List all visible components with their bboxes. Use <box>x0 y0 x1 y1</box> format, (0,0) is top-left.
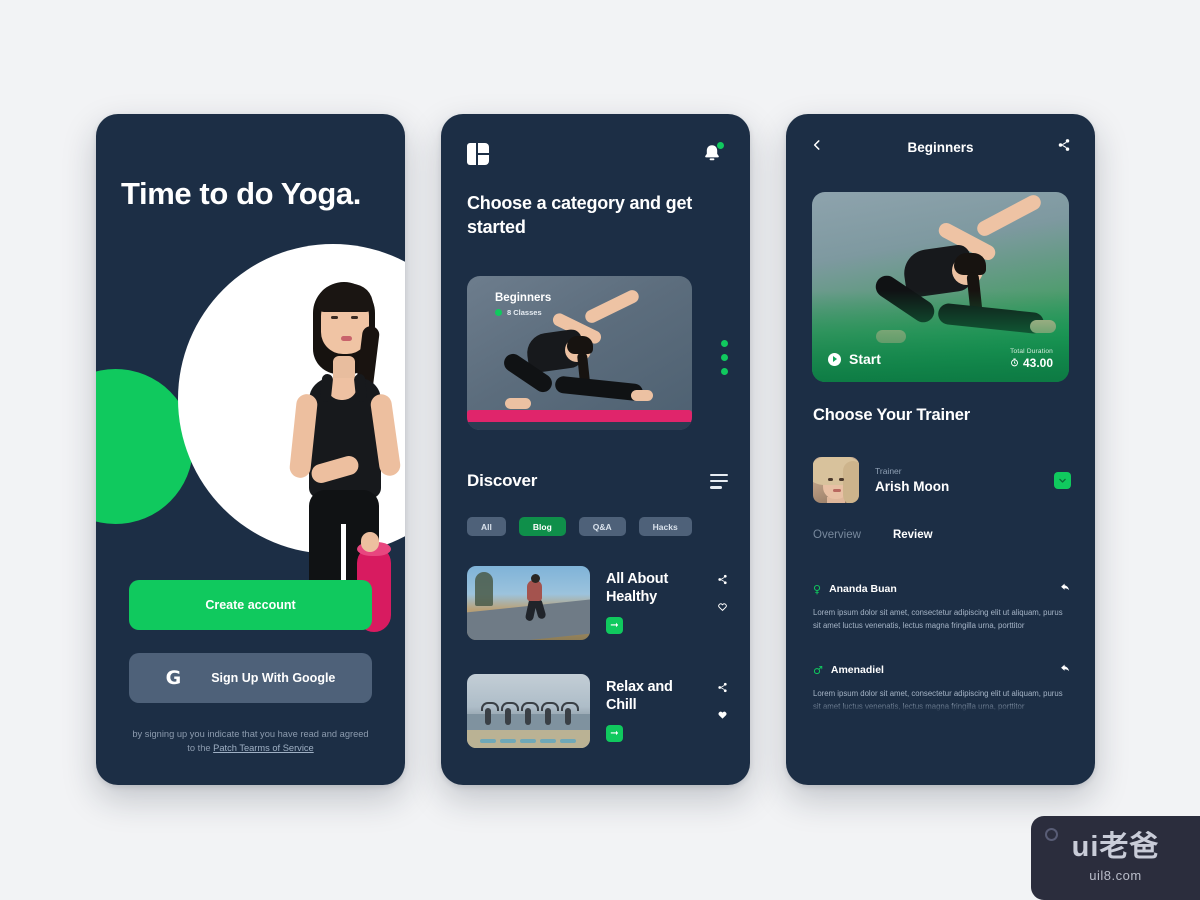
create-account-button[interactable]: Create account <box>129 580 372 630</box>
pagination-dot[interactable] <box>721 340 728 347</box>
notification-badge <box>716 141 725 150</box>
article-thumbnail <box>467 566 590 640</box>
heart-filled-icon[interactable] <box>717 707 728 725</box>
terms-of-service-link[interactable]: Patch Tearms of Service <box>213 743 314 753</box>
article-open-button[interactable]: ➞ <box>606 616 623 634</box>
review-item: ♂ Amenadiel Lorem ipsum dolor sit amet, … <box>813 661 1071 713</box>
class-hero-image[interactable]: Start Total Duration 43.00 <box>812 192 1069 382</box>
watermark-logo: ui老爸 <box>1071 831 1160 863</box>
chip-blog[interactable]: Blog <box>518 517 566 536</box>
detail-tabs: Overview Review <box>813 529 933 541</box>
status-dot-icon <box>495 309 502 316</box>
share-icon[interactable] <box>717 572 728 590</box>
category-card-beginners[interactable]: Beginners 8 Classes <box>467 276 692 430</box>
review-item: ♀ Ananda Buan Lorem ipsum dolor sit amet… <box>813 580 1071 632</box>
google-g-icon: G <box>165 666 182 689</box>
watermark-ring-icon <box>1045 828 1058 841</box>
article-list-item[interactable]: Relax and Chill ➞ <box>467 674 730 748</box>
notification-bell-icon[interactable] <box>700 141 725 166</box>
trainer-role-label: Trainer <box>875 466 902 476</box>
total-duration-label: Total Duration <box>1010 348 1053 355</box>
filter-icon[interactable] <box>710 473 728 489</box>
screenshot-stage: Time to do Yoga. Create account G Sign U… <box>0 0 1200 900</box>
phone-screen-onboarding: Time to do Yoga. Create account G Sign U… <box>96 114 405 785</box>
watermark-url: uil8.com <box>1089 868 1142 883</box>
page-title: Choose a category and get started <box>467 193 693 237</box>
hero-photo-woman <box>271 274 405 632</box>
screen-onboarding: Time to do Yoga. Create account G Sign U… <box>96 114 405 785</box>
review-text: Lorem ipsum dolor sit amet, consectetur … <box>813 608 1063 630</box>
article-actions <box>714 566 730 640</box>
review-text: Lorem ipsum dolor sit amet, consectetur … <box>813 689 1063 711</box>
discover-filter-chips: All Blog Q&A Hacks <box>467 517 692 536</box>
phone-screen-category: Choose a category and get started Beginn… <box>441 114 750 785</box>
category-card-classes: 8 Classes <box>507 308 542 317</box>
trainer-name: Arish Moon <box>875 479 950 494</box>
article-body: Relax and Chill ➞ <box>606 674 698 748</box>
page-title: Time to do Yoga. <box>121 176 361 211</box>
top-bar <box>467 141 725 166</box>
sign-up-google-button[interactable]: G Sign Up With Google <box>129 653 372 703</box>
hero-overlay-bar: Start Total Duration 43.00 <box>812 336 1069 382</box>
tab-overview[interactable]: Overview <box>813 529 861 541</box>
chip-qa[interactable]: Q&A <box>578 517 626 536</box>
article-list-item[interactable]: All About Healthy ➞ <box>467 566 730 640</box>
start-button[interactable]: Start <box>828 351 881 367</box>
carousel-pagination[interactable] <box>721 340 728 375</box>
onboarding-controls: Create account G Sign Up With Google by … <box>129 580 372 756</box>
male-icon: ♂ <box>813 663 823 677</box>
total-duration-value: 43.00 <box>1022 356 1053 370</box>
category-card-title: Beginners <box>495 292 552 304</box>
trainer-section-title: Choose Your Trainer <box>813 406 970 424</box>
trainer-list-item[interactable]: Trainer Arish Moon <box>813 457 1071 503</box>
legal-text: by signing up you indicate that you have… <box>129 727 372 756</box>
share-icon[interactable] <box>1057 138 1071 157</box>
play-icon <box>828 352 841 366</box>
tab-review[interactable]: Review <box>893 529 933 541</box>
trainer-meta: Trainer Arish Moon <box>875 466 1038 494</box>
reply-icon[interactable] <box>1060 580 1071 598</box>
female-icon: ♀ <box>813 582 822 596</box>
timer-icon <box>1010 356 1019 370</box>
article-thumbnail <box>467 674 590 748</box>
screen-class-detail: Beginners Start Total Duration 43.00 Cho… <box>786 114 1095 785</box>
article-open-button[interactable]: ➞ <box>606 724 623 742</box>
page-title: Beginners <box>907 140 974 155</box>
pagination-dot[interactable] <box>721 354 728 361</box>
review-author: Ananda Buan <box>829 583 897 595</box>
chevron-left-icon[interactable] <box>810 138 824 157</box>
article-body: All About Healthy ➞ <box>606 566 698 640</box>
category-card-label: Beginners 8 Classes <box>495 292 551 317</box>
chip-all[interactable]: All <box>467 517 506 536</box>
article-title: Relax and Chill <box>606 679 673 714</box>
start-label: Start <box>849 351 881 367</box>
sign-up-google-label: Sign Up With Google <box>211 671 336 685</box>
phone-screen-class-detail: Beginners Start Total Duration 43.00 Cho… <box>786 114 1095 785</box>
heart-outline-icon[interactable] <box>717 599 728 617</box>
chip-hacks[interactable]: Hacks <box>638 517 692 536</box>
share-icon[interactable] <box>717 680 728 698</box>
top-bar: Beginners <box>810 138 1071 157</box>
screen-category: Choose a category and get started Beginn… <box>441 114 750 785</box>
site-watermark: ui老爸 uil8.com <box>1031 816 1200 900</box>
article-actions <box>714 674 730 748</box>
discover-header: Discover <box>467 471 728 491</box>
article-title: All About Healthy <box>606 571 669 606</box>
total-duration: Total Duration 43.00 <box>1010 348 1053 370</box>
discover-title: Discover <box>467 471 538 490</box>
pagination-dot[interactable] <box>721 368 728 375</box>
chevron-down-icon[interactable] <box>1054 471 1071 489</box>
avatar <box>813 457 859 503</box>
review-author: Amenadiel <box>830 664 884 676</box>
app-logo-icon[interactable] <box>467 143 489 165</box>
reply-icon[interactable] <box>1060 661 1071 679</box>
